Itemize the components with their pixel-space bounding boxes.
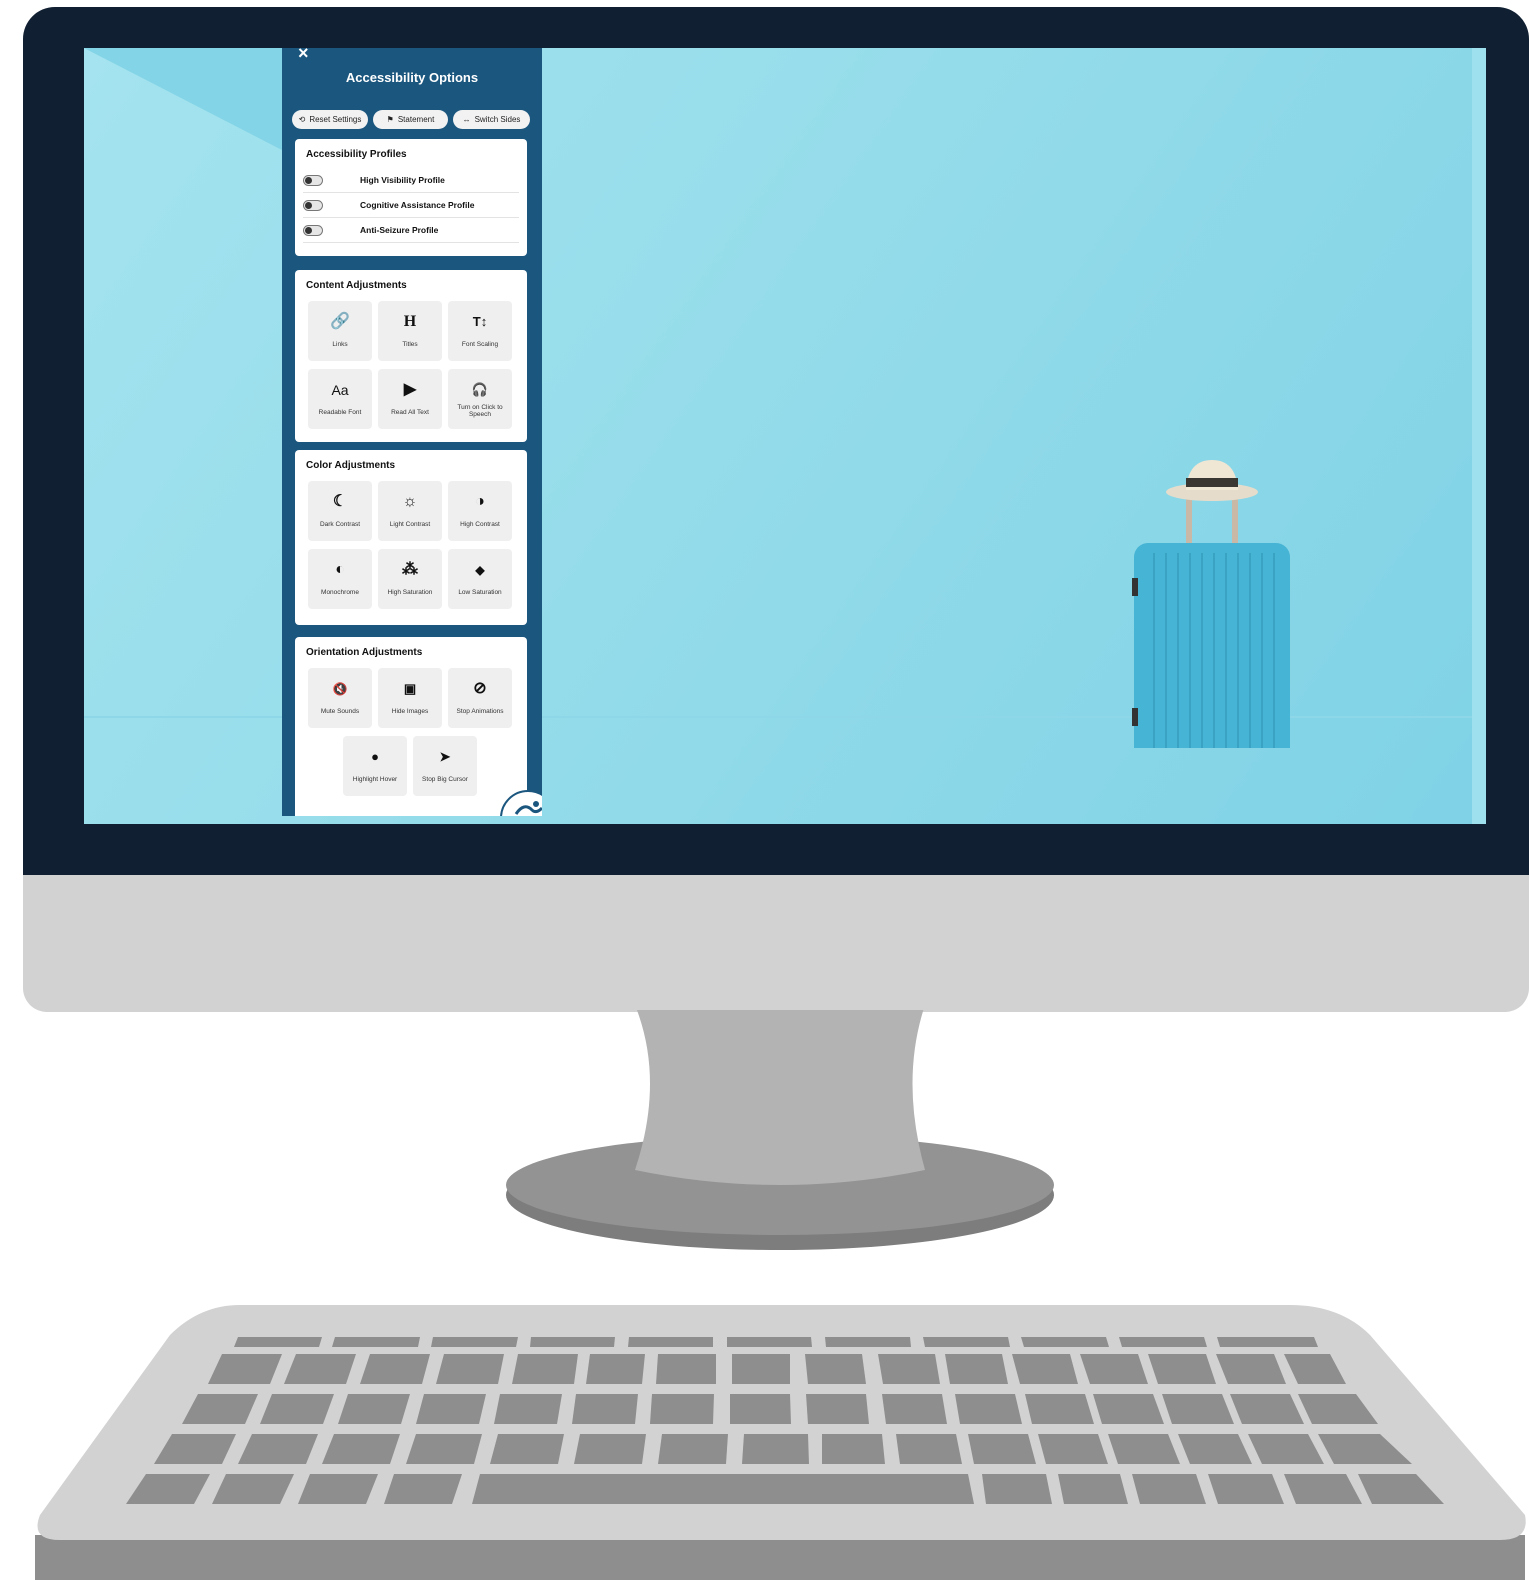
tile-dark-contrast[interactable]: ☾ Dark Contrast — [308, 481, 372, 541]
profiles-card: Accessibility Profiles High Visibility P… — [295, 139, 527, 256]
close-icon[interactable]: × — [298, 48, 309, 64]
readable-font-icon: Aa — [331, 382, 349, 398]
toggle-switch[interactable] — [303, 224, 323, 236]
switch-sides-button[interactable]: ↔ Switch Sides — [453, 110, 530, 129]
statement-button[interactable]: ⚑ Statement — [373, 110, 448, 129]
tile-hide-images[interactable]: ▣ Hide Images — [378, 668, 442, 728]
mouse-icon: ● — [371, 749, 379, 764]
orientation-adjustments-card: Orientation Adjustments 🔇 Mute Sounds ▣ … — [295, 637, 527, 816]
orientation-adjustments-title: Orientation Adjustments — [306, 647, 423, 658]
monitor-stand — [506, 1010, 1054, 1250]
content-adjustments-title: Content Adjustments — [306, 280, 407, 291]
color-adjustments-title: Color Adjustments — [306, 460, 396, 471]
tile-label: High Saturation — [387, 589, 433, 596]
play-icon: ▶ — [403, 381, 417, 398]
suitcase-image — [1132, 460, 1290, 748]
monitor-chin — [23, 875, 1529, 1012]
top-button-row: ⟲ Reset Settings ⚑ Statement ↔ Switch Si… — [292, 110, 530, 129]
tile-font-scaling[interactable]: T↕ Font Scaling — [448, 301, 512, 361]
tile-label: Read All Text — [391, 409, 429, 416]
statement-label: Statement — [397, 115, 435, 124]
tile-label: Light Contrast — [389, 521, 431, 528]
screen-edge — [1472, 48, 1486, 824]
profile-row-anti-seizure[interactable]: Anti-Seizure Profile — [303, 218, 519, 243]
monochrome-icon: ◐ — [335, 561, 345, 578]
accessibility-panel: × Accessibility Options ⟲ Reset Settings… — [282, 48, 542, 816]
profile-label: Anti-Seizure Profile — [360, 225, 439, 235]
accessibility-person-icon — [514, 801, 542, 815]
tile-label: Turn on Click to Speech — [457, 404, 503, 418]
link-icon: 🔗 — [330, 313, 350, 330]
tile-links[interactable]: 🔗 Links — [308, 301, 372, 361]
tile-light-contrast[interactable]: ☼ Light Contrast — [378, 481, 442, 541]
tile-mute-sounds[interactable]: 🔇 Mute Sounds — [308, 668, 372, 728]
reset-settings-label: Reset Settings — [309, 115, 362, 124]
stop-icon: ⊘ — [473, 680, 487, 697]
contrast-icon: ◑ — [475, 493, 485, 510]
accessibility-widget-button[interactable] — [500, 790, 542, 816]
sun-icon: ☼ — [402, 493, 418, 510]
tile-label: Dark Contrast — [319, 521, 361, 528]
reset-icon: ⟲ — [298, 115, 306, 124]
heading-icon: H — [403, 313, 417, 330]
tile-titles[interactable]: H Titles — [378, 301, 442, 361]
tile-highlight-hover[interactable]: ● Highlight Hover — [343, 736, 407, 796]
saturation-circles-icon: ⁂ — [402, 561, 418, 578]
tile-stop-animations[interactable]: ⊘ Stop Animations — [448, 668, 512, 728]
profile-row-cognitive-assistance[interactable]: Cognitive Assistance Profile — [303, 193, 519, 218]
tile-label: Font Scaling — [461, 341, 499, 348]
toggle-switch[interactable] — [303, 199, 323, 211]
toggle-switch[interactable] — [303, 174, 323, 186]
keyboard — [35, 1305, 1526, 1580]
moon-icon: ☾ — [332, 493, 348, 510]
tile-label: Mute Sounds — [320, 708, 360, 715]
panel-title: Accessibility Options — [345, 70, 479, 85]
profile-label: Cognitive Assistance Profile — [360, 200, 475, 210]
tile-stop-big-cursor[interactable]: ➤ Stop Big Cursor — [413, 736, 477, 796]
image-icon: ▣ — [403, 681, 417, 696]
tile-label: Stop Big Cursor — [422, 776, 468, 783]
tile-label: Monochrome — [321, 589, 359, 596]
tile-label: Highlight Hover — [352, 776, 398, 783]
paint-bucket-icon: ◆ — [475, 563, 485, 577]
tile-high-saturation[interactable]: ⁂ High Saturation — [378, 549, 442, 609]
font-scaling-icon: T↕ — [472, 314, 488, 329]
switch-sides-label: Switch Sides — [474, 115, 521, 124]
tile-label: Low Saturation — [458, 589, 502, 596]
tile-click-to-speech[interactable]: 🎧 Turn on Click to Speech — [448, 369, 512, 429]
tile-label: Readable Font — [318, 409, 362, 416]
headphones-icon: 🎧 — [471, 382, 489, 397]
profile-label: High Visibility Profile — [360, 175, 445, 185]
tile-read-all-text[interactable]: ▶ Read All Text — [378, 369, 442, 429]
cursor-icon: ➤ — [439, 749, 451, 764]
tile-label: Stop Animations — [456, 708, 504, 715]
tile-monochrome[interactable]: ◐ Monochrome — [308, 549, 372, 609]
tile-high-contrast[interactable]: ◑ High Contrast — [448, 481, 512, 541]
profiles-title: Accessibility Profiles — [306, 149, 407, 160]
tile-label: Titles — [402, 341, 418, 348]
tile-label: High Contrast — [460, 521, 500, 528]
tile-readable-font[interactable]: Aa Readable Font — [308, 369, 372, 429]
content-adjustments-card: Content Adjustments 🔗 Links H Titles T↕ … — [295, 270, 527, 442]
tile-label: Links — [332, 341, 348, 348]
tile-low-saturation[interactable]: ◆ Low Saturation — [448, 549, 512, 609]
profile-row-high-visibility[interactable]: High Visibility Profile — [303, 168, 519, 193]
tile-label: Hide Images — [391, 708, 429, 715]
switch-sides-icon: ↔ — [462, 115, 471, 124]
mute-icon: 🔇 — [332, 682, 348, 696]
color-adjustments-card: Color Adjustments ☾ Dark Contrast ☼ Ligh… — [295, 450, 527, 625]
reset-settings-button[interactable]: ⟲ Reset Settings — [292, 110, 368, 129]
keyboard-keys — [126, 1337, 1444, 1504]
statement-icon: ⚑ — [386, 115, 394, 124]
